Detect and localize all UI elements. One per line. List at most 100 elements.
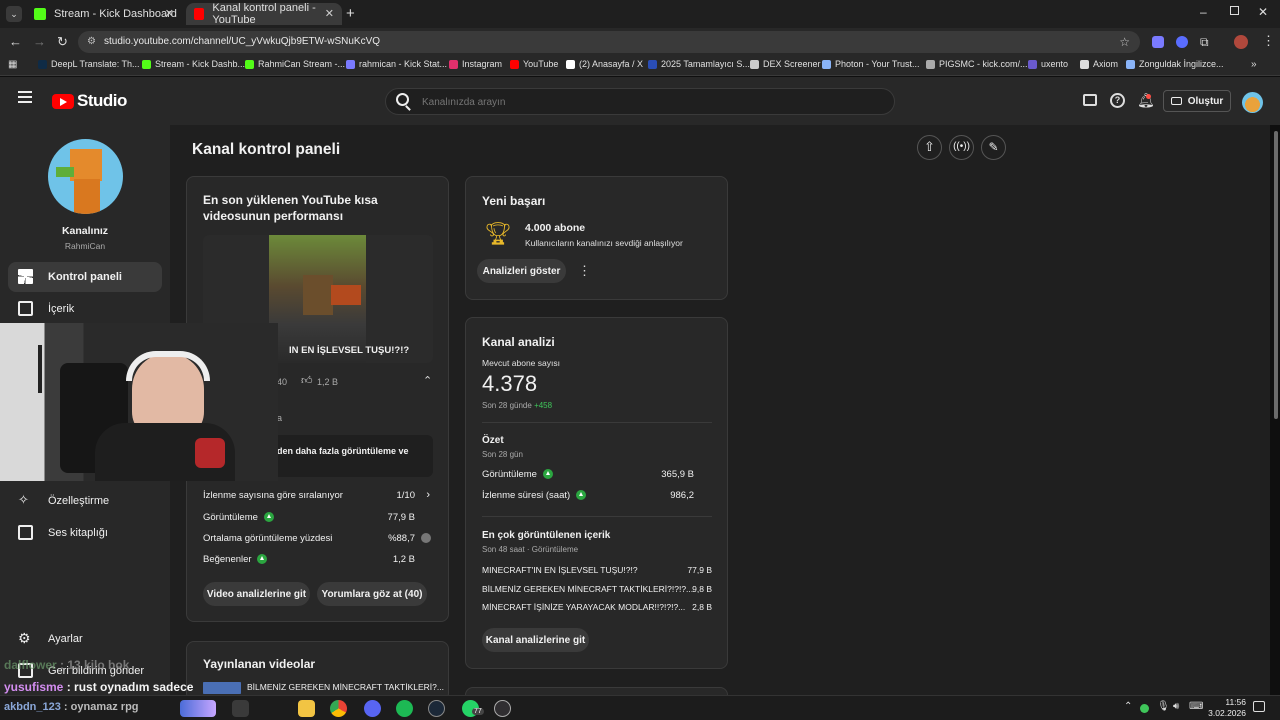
new-tab-button[interactable]: + <box>346 5 355 22</box>
sidebar-item-dashboard[interactable]: Kontrol paneli <box>8 262 162 292</box>
bookmark[interactable]: uxento <box>1028 59 1068 69</box>
back-icon[interactable]: ← <box>9 34 22 49</box>
scrollbar-thumb[interactable] <box>1274 131 1278 419</box>
tab-kick-dashboard[interactable]: Stream - Kick Dashboard ✕ <box>26 3 182 25</box>
stat-row: Ortalama görüntüleme yüzdesi %88,7 <box>203 533 433 544</box>
channel-analytics-button[interactable]: Kanal analizlerine git <box>482 628 589 652</box>
chat-user: yusufisme <box>4 680 64 694</box>
top-content-row[interactable]: MİNECRAFT İŞİNİZE YARAYACAK MODLAR!!?!?!… <box>482 602 712 612</box>
video-title[interactable]: BİLMENİZ GEREKEN MİNECRAFT TAKTİKLERİ?..… <box>247 682 444 692</box>
notification-center-icon[interactable] <box>1253 701 1265 712</box>
trend-up-icon <box>542 469 553 480</box>
search-box[interactable] <box>385 88 895 115</box>
clock-date[interactable]: 3.02.2026 <box>1200 708 1246 718</box>
video-title[interactable]: IN EN İŞLEVSEL TUŞU!?!? <box>289 345 409 356</box>
tab-youtube-studio[interactable]: Kanal kontrol paneli - YouTube ✕ <box>186 2 342 26</box>
create-button[interactable]: Oluştur <box>1163 90 1231 112</box>
bookmark[interactable]: PIGSMC - kick.com/... <box>926 59 1028 69</box>
more-options-icon[interactable]: ⋮ <box>578 263 591 279</box>
channel-title: Kanalınız <box>61 225 109 237</box>
help-icon[interactable]: ? <box>1110 93 1125 108</box>
bookmark[interactable]: rahmican - Kick Stat... <box>346 59 447 69</box>
bookmark[interactable]: (2) Anasayfa / X <box>566 59 643 69</box>
copilot-icon[interactable] <box>180 700 216 717</box>
chevron-up-icon[interactable]: ⌃ <box>423 374 432 387</box>
bookmark[interactable]: Stream - Kick Dashb... <box>142 59 245 69</box>
achievement-description: Kullanıcıların kanalınızı sevdiği anlaşı… <box>525 238 683 248</box>
discord-icon[interactable] <box>364 700 381 717</box>
bookmark[interactable]: 2025 Tamamlayıcı S... <box>648 59 750 69</box>
obs-icon[interactable] <box>494 700 511 717</box>
emote-icon <box>203 682 241 694</box>
notification-dot <box>1146 94 1151 99</box>
forward-icon[interactable]: → <box>33 34 46 49</box>
sidebar-item-audio-library[interactable]: Ses kitaplığı <box>8 518 162 548</box>
bookmark[interactable]: DEX Screener <box>750 59 821 69</box>
task-view-icon[interactable] <box>232 700 249 717</box>
tray-status-icon[interactable] <box>1140 704 1149 713</box>
restore-button[interactable] <box>1230 6 1239 15</box>
extension-icon[interactable] <box>1152 36 1164 48</box>
bookmark[interactable]: Zonguldak İngilizce... <box>1126 59 1224 69</box>
puzzle-extensions-icon[interactable]: ⧉ <box>1200 35 1209 50</box>
view-comments-button[interactable]: Yorumlara göz at (40) <box>317 582 427 606</box>
channel-avatar[interactable] <box>48 139 123 214</box>
upload-button[interactable]: ⇧ <box>917 135 942 160</box>
kick-icon <box>34 8 46 20</box>
sidebar-item-customization[interactable]: ✧ Özelleştirme <box>8 486 162 516</box>
close-tab-icon[interactable]: ✕ <box>325 7 334 20</box>
go-live-button[interactable]: ((•)) <box>949 135 974 160</box>
file-explorer-icon[interactable] <box>298 700 315 717</box>
bookmark[interactable]: Instagram <box>449 59 502 69</box>
url-text: studio.youtube.com/channel/UC_yVwkuQjb9E… <box>104 36 381 47</box>
more-bookmarks-icon[interactable]: » <box>1251 59 1257 70</box>
dashboard-main: Kanal kontrol paneli ⇧ ((•)) ✎ En son yü… <box>170 125 1278 707</box>
studio-logo[interactable]: Studio <box>52 91 127 111</box>
gear-icon: ⚙ <box>18 630 31 646</box>
tray-chevron-icon[interactable]: ⌃ <box>1124 701 1132 712</box>
create-post-button[interactable]: ✎ <box>981 135 1006 160</box>
bookmark[interactable]: Photon - Your Trust... <box>822 59 920 69</box>
sidebar-item-content[interactable]: İçerik <box>8 294 162 324</box>
dashboard-icon <box>18 269 33 284</box>
bookmark-favicon <box>38 59 47 69</box>
top-content-row[interactable]: MINECRAFT'IN EN İŞLEVSEL TUŞU!?!? 77,9 B <box>482 565 712 575</box>
bookmark[interactable]: DeepL Translate: Th... <box>38 59 140 69</box>
volume-icon[interactable]: 🔊︎ <box>1173 701 1179 712</box>
microphone-icon[interactable]: 🎙︎ <box>1157 701 1170 712</box>
top-content-row[interactable]: BİLMENİZ GEREKEN MİNECRAFT TAKTİKLERİ?!?… <box>482 584 712 594</box>
clock-time[interactable]: 11:56 <box>1210 697 1246 707</box>
kick-icon <box>142 59 151 69</box>
profile-avatar[interactable] <box>1234 35 1248 49</box>
bookmark[interactable]: Axiom <box>1080 59 1118 69</box>
search-icon <box>396 93 409 106</box>
show-analytics-button[interactable]: Analizleri göster <box>477 259 566 283</box>
site-info-icon[interactable]: ⚙ <box>87 31 96 53</box>
chevron-right-icon[interactable]: › <box>426 489 430 501</box>
sidebar-item-settings[interactable]: ⚙ Ayarlar <box>8 624 162 654</box>
extension-icon[interactable] <box>1176 36 1188 48</box>
reload-icon[interactable]: ↻ <box>57 34 68 50</box>
close-tab-icon[interactable]: ✕ <box>165 7 174 20</box>
tab-search-button[interactable]: ⌄ <box>6 6 22 22</box>
video-analytics-button[interactable]: Video analizlerine git <box>203 582 310 606</box>
url-field[interactable]: ⚙ studio.youtube.com/channel/UC_yVwkuQjb… <box>78 31 1140 53</box>
chrome-icon[interactable] <box>330 700 347 717</box>
bookmark-star-icon[interactable]: ☆ <box>1119 31 1130 53</box>
trend-up-icon <box>263 512 274 523</box>
account-avatar[interactable] <box>1242 92 1263 113</box>
apps-grid-icon[interactable]: ▦ <box>8 59 17 70</box>
more-menu-icon[interactable]: ⋮ <box>1262 33 1275 49</box>
close-window-button[interactable]: ✕ <box>1258 5 1268 19</box>
steam-icon[interactable] <box>428 700 445 717</box>
search-input[interactable] <box>422 93 862 111</box>
bookmark[interactable]: RahmiCan Stream -... <box>245 59 345 69</box>
menu-hamburger-icon[interactable] <box>18 91 32 103</box>
magic-wand-icon: ✧ <box>18 492 29 507</box>
minimize-button[interactable]: – <box>1200 5 1207 19</box>
spotify-icon[interactable] <box>396 700 413 717</box>
bookmark[interactable]: YouTube <box>510 59 558 69</box>
feedback-icon[interactable] <box>1083 94 1097 106</box>
subs-count: 4.378 <box>482 371 538 396</box>
like-icon: 👍︎ <box>301 375 313 387</box>
